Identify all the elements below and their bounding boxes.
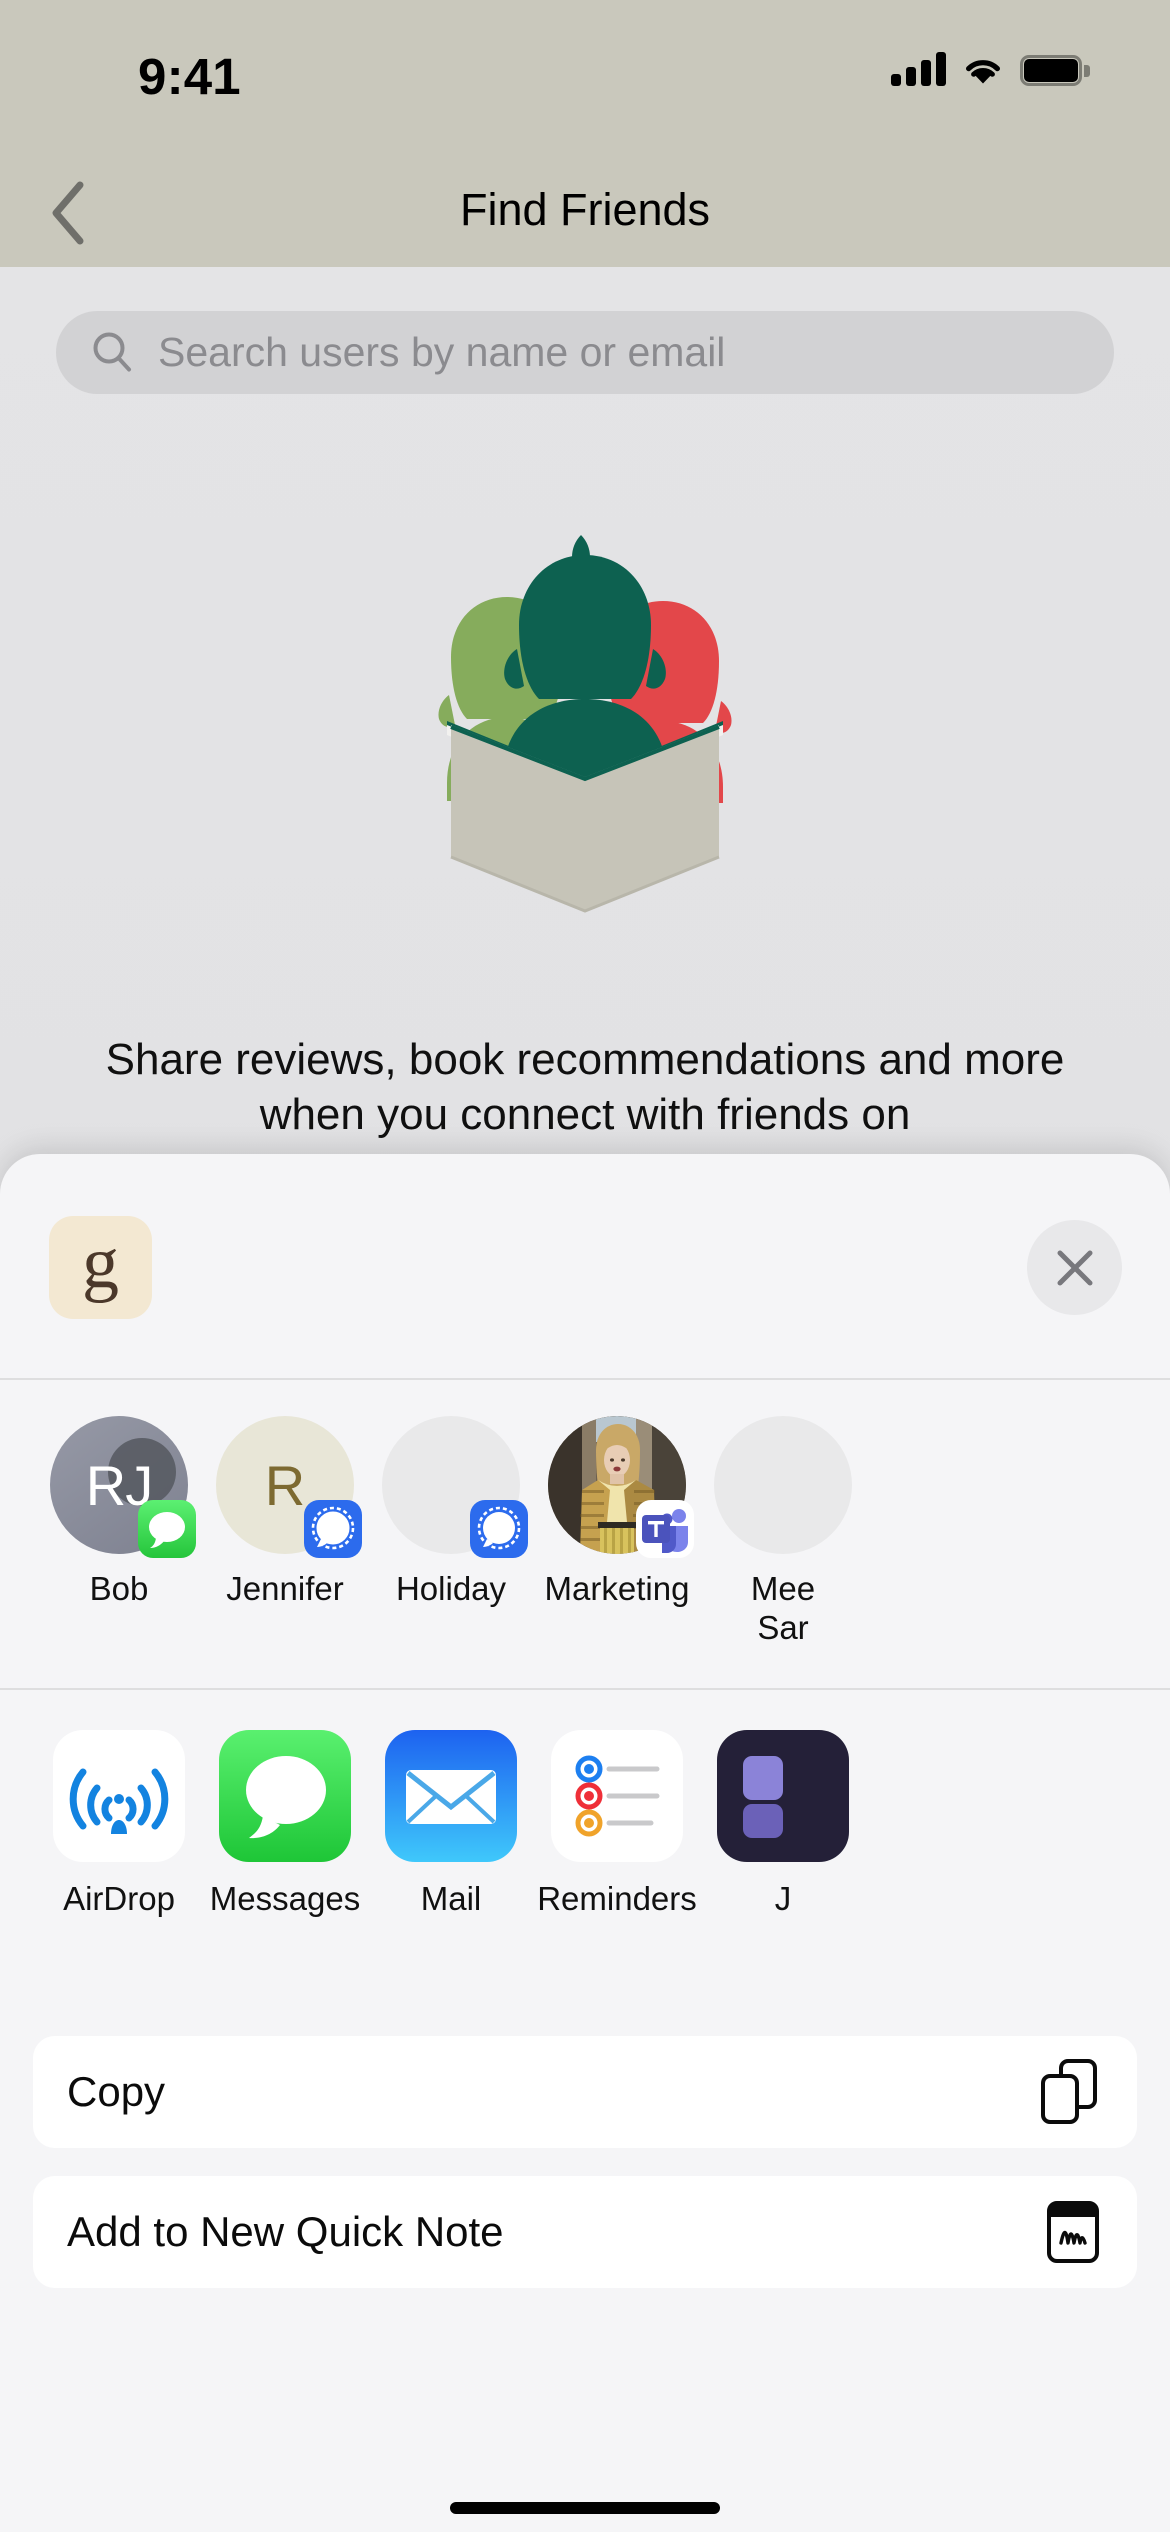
app-label: AirDrop	[63, 1880, 175, 1917]
contact-name: Bob	[89, 1570, 149, 1607]
share-contact-bob[interactable]: RJ Bob	[36, 1416, 202, 1609]
status-bar-indicators	[891, 52, 1090, 86]
status-bar: 9:41	[0, 0, 1170, 155]
search-placeholder: Search users by name or email	[158, 329, 726, 375]
share-sheet-header: g	[0, 1154, 1170, 1378]
wifi-icon	[966, 60, 1000, 84]
home-indicator[interactable]	[450, 2502, 720, 2514]
quick-note-icon	[1047, 2201, 1099, 2263]
copy-doc-on-doc-icon	[1041, 2059, 1097, 2124]
share-app-mail[interactable]: Mail	[368, 1730, 534, 1918]
action-label: Copy	[67, 2068, 166, 2115]
microsoft-teams-badge-icon	[636, 1500, 694, 1558]
share-contact-marketing[interactable]: Marketing	[534, 1416, 700, 1609]
page-title: Find Friends	[459, 184, 711, 235]
reminders-icon	[551, 1730, 683, 1862]
app-label: Reminders	[537, 1880, 697, 1917]
empty-state-message: Share reviews, book recommendations and …	[105, 1035, 1065, 1139]
close-icon	[1057, 1250, 1092, 1285]
share-apps-row[interactable]: AirDrop Messages Mail Reminders J	[0, 1690, 1170, 2008]
share-contact-holiday[interactable]: Holiday	[368, 1416, 534, 1609]
action-copy[interactable]: Copy	[33, 2036, 1137, 2148]
iphone-screen: 9:41 Find Friends Search users by name o…	[0, 0, 1170, 2532]
contact-name: Jennifer	[226, 1570, 344, 1607]
signal-badge-icon	[304, 1500, 362, 1558]
share-contact-jennifer[interactable]: R Jennifer	[202, 1416, 368, 1609]
app-label: Mail	[420, 1880, 482, 1917]
share-sheet: g R J Bob R Jennifer Holiday Marketing Me…	[0, 1154, 1170, 2532]
jira-icon	[717, 1730, 849, 1862]
airdrop-icon	[53, 1730, 185, 1862]
share-actions-list: Copy Add to New Quick Note	[0, 2008, 1170, 2288]
contact-name: Mee Sar	[750, 1570, 816, 1646]
contact-name: Holiday	[395, 1570, 507, 1607]
close-button[interactable]	[1027, 1220, 1122, 1315]
search-icon	[93, 332, 131, 371]
share-app-reminders[interactable]: Reminders	[534, 1730, 700, 1918]
status-bar-clock: 9:41	[138, 48, 241, 105]
cellular-signal-icon	[891, 52, 946, 86]
three-people-reading-book-illustration	[438, 535, 732, 913]
action-add-to-new-quick-note[interactable]: Add to New Quick Note	[33, 2176, 1137, 2288]
share-app-messages[interactable]: Messages	[202, 1730, 368, 1918]
app-label: J	[774, 1880, 792, 1917]
messages-icon	[219, 1730, 351, 1862]
signal-badge-icon	[470, 1500, 528, 1558]
messages-badge-icon	[138, 1500, 196, 1558]
share-app-airdrop[interactable]: AirDrop	[36, 1730, 202, 1918]
navigation-bar: Find Friends	[0, 155, 1170, 267]
share-contacts-row[interactable]: RJ Bob R Jennifer Holiday Marketing Mee …	[0, 1380, 1170, 1688]
share-app-partial[interactable]: J	[700, 1730, 866, 1918]
app-label: Messages	[209, 1880, 361, 1917]
mail-icon	[385, 1730, 517, 1862]
contact-name: Marketing	[544, 1570, 690, 1607]
battery-full-icon	[1020, 55, 1090, 86]
search-input[interactable]: Search users by name or email	[56, 311, 1114, 394]
goodreads-app-icon: g	[49, 1216, 152, 1319]
action-label: Add to New Quick Note	[67, 2208, 504, 2255]
share-contact-partial[interactable]: Mee Sar	[700, 1416, 866, 1648]
avatar-initials: R	[264, 1453, 306, 1517]
avatar	[714, 1416, 852, 1554]
